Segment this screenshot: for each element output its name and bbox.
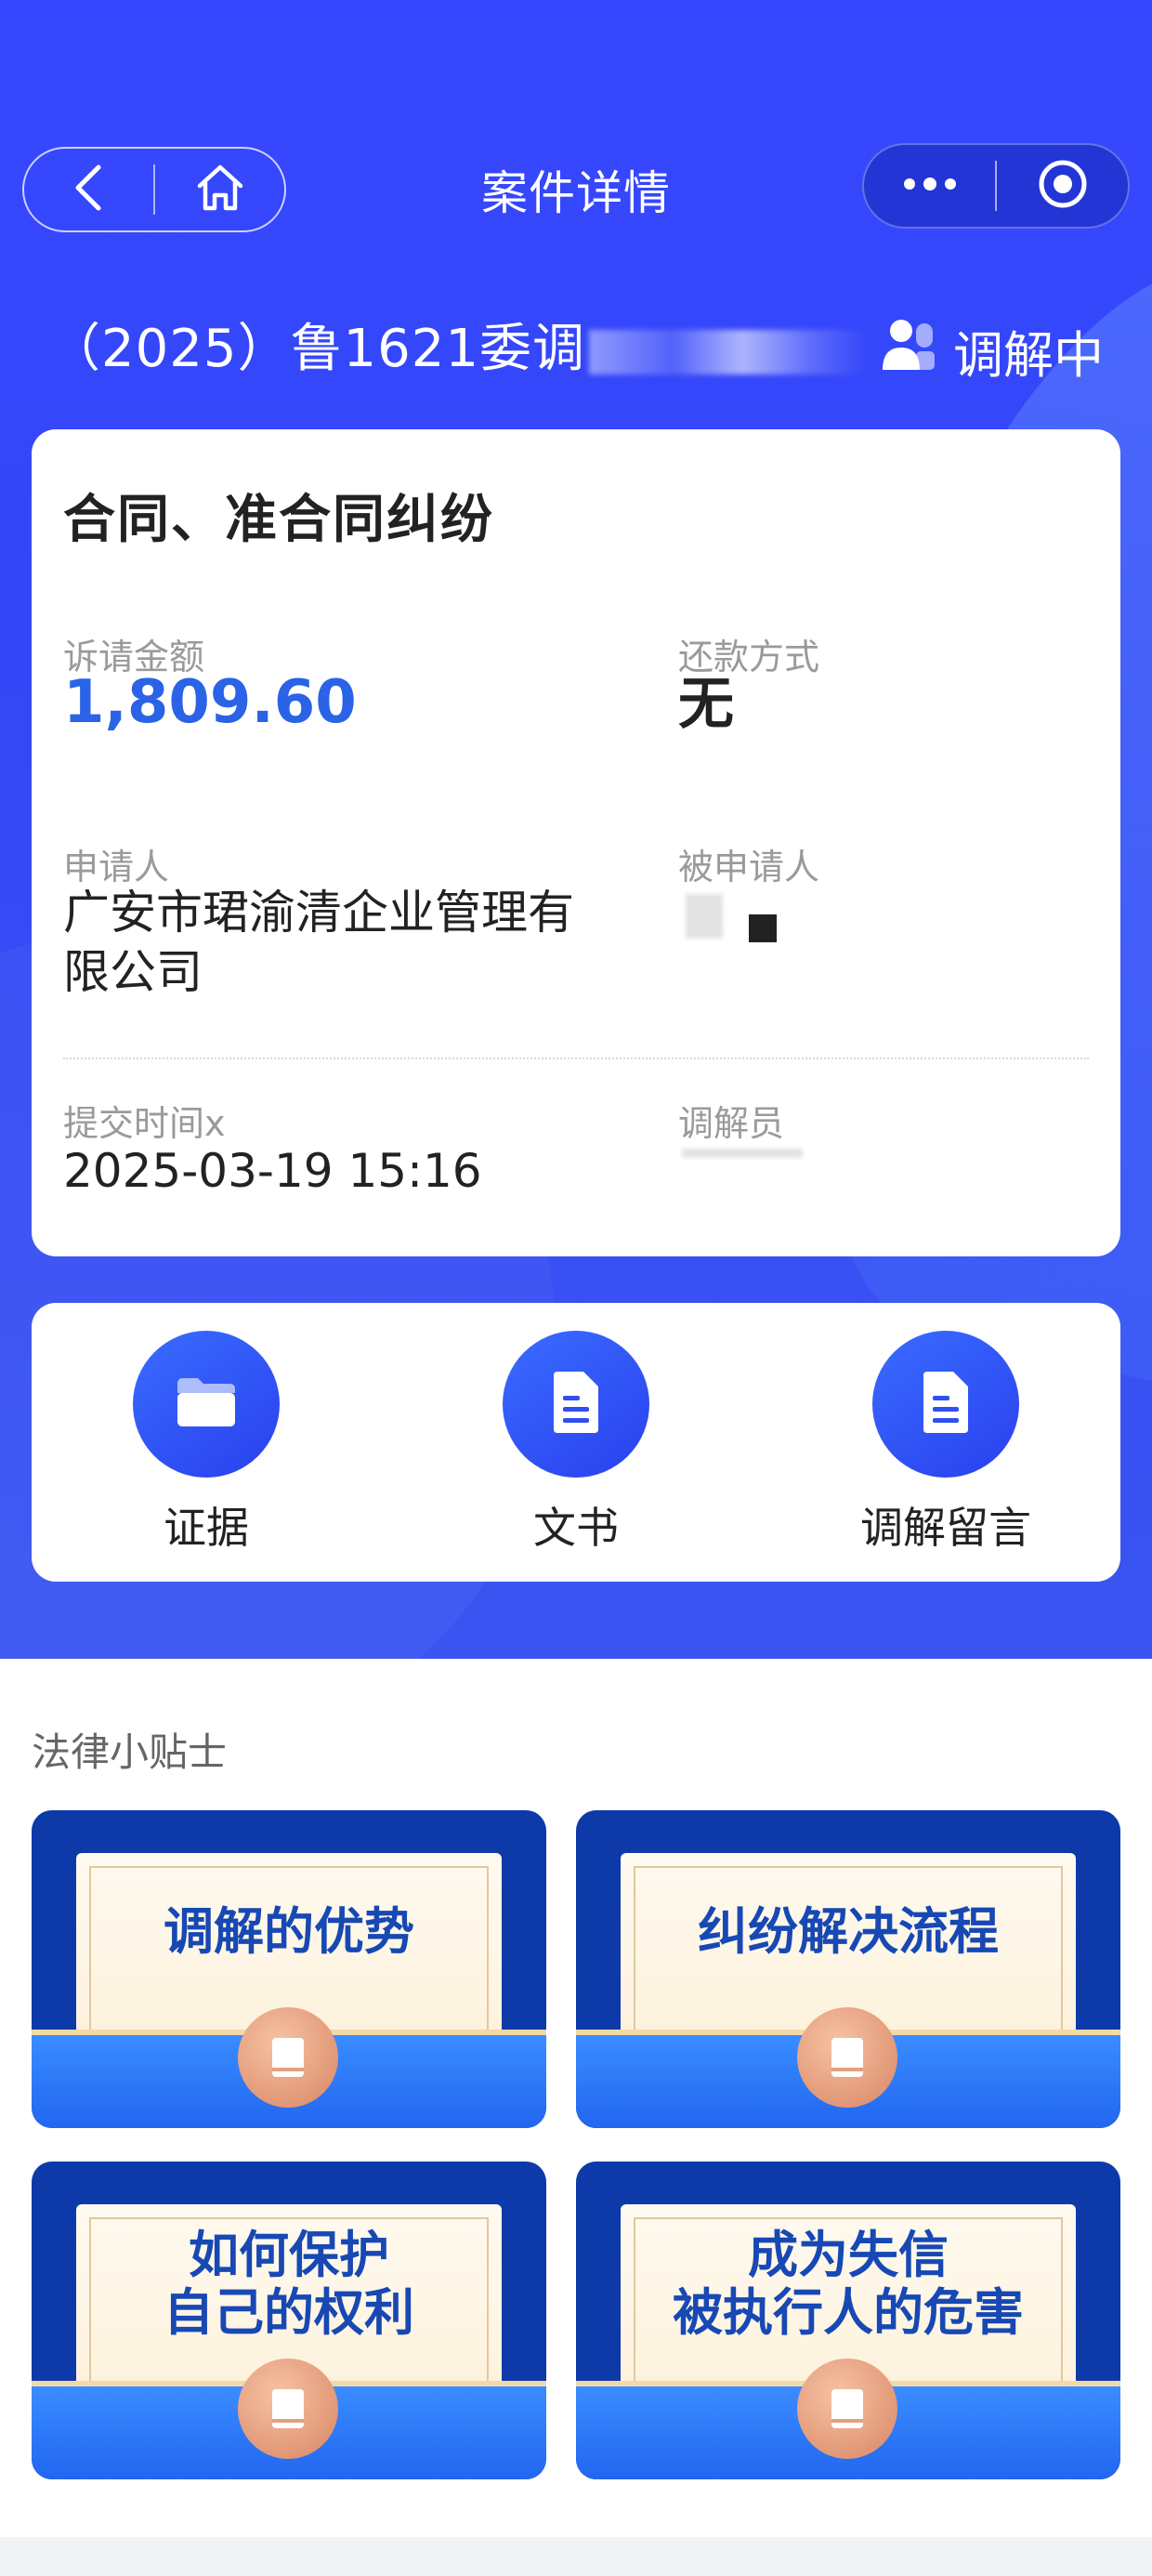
document-icon [548,1370,604,1439]
book-icon [238,2359,338,2459]
respondent-redacted [686,894,723,939]
case-status: 调解中 [879,314,1104,388]
documents-icon-circle [503,1331,649,1478]
tip-card-protect-rights[interactable]: 如何保护 自己的权利 [32,2162,546,2479]
more-button[interactable] [864,145,995,227]
book-icon [797,2359,897,2459]
case-number-text: （2025）鲁1621委调 [48,319,586,379]
tip-card-dispute-process[interactable]: 纠纷解决流程 [576,1810,1120,2128]
message-icon-circle [872,1331,1019,1478]
tip-title: 调解的优势 [164,1902,414,1961]
evidence-button[interactable]: 证据 [67,1331,346,1556]
applicant-label: 申请人 [63,847,170,887]
nav-capsule-right [862,143,1130,229]
mediation-message-label: 调解留言 [860,1503,1031,1553]
respondent-label: 被申请人 [678,847,820,887]
tip-title: 纠纷解决流程 [698,1902,999,1961]
case-info-card: 合同、准合同纠纷 诉请金额 1,809.60 还款方式 无 申请人 广安市珺渝清… [32,429,1120,1256]
documents-button[interactable]: 文书 [437,1331,715,1556]
evidence-label: 证据 [164,1503,249,1553]
submit-time-label: 提交时间x [63,1103,226,1144]
user-icon [879,316,953,386]
tip-title: 成为失信 被执行人的危害 [673,2226,1024,2342]
folder-icon [174,1374,239,1434]
bottom-safe-area [0,2537,1152,2576]
case-number: （2025）鲁1621委调 [48,307,869,382]
tip-card-dishonest-debtor[interactable]: 成为失信 被执行人的危害 [576,2162,1120,2479]
amount-value: 1,809.60 [63,668,357,737]
action-panel: 证据 文书 调解留言 [32,1303,1120,1582]
case-type-title: 合同、准合同纠纷 [63,490,494,550]
book-icon [238,2007,338,2108]
more-dots-icon [900,175,960,197]
hero-header: 案件详情 （2025）鲁1621委调 调解中 合同、准合同纠纷 诉请金额 1,8… [0,0,1152,1659]
target-circle-icon [1037,158,1089,214]
submit-time-value: 2025-03-19 15:16 [63,1144,482,1198]
document-icon [918,1370,974,1439]
case-number-redacted [589,329,869,375]
documents-label: 文书 [533,1503,619,1553]
tip-title: 如何保护 自己的权利 [164,2226,414,2342]
evidence-icon-circle [133,1331,280,1478]
close-miniapp-button[interactable] [997,145,1128,227]
status-text: 调解中 [953,326,1104,385]
tip-card-advantages[interactable]: 调解的优势 [32,1810,546,2128]
applicant-value: 广安市珺渝清企业管理有限公司 [63,886,574,999]
mediation-message-button[interactable]: 调解留言 [806,1331,1085,1556]
mediator-redacted [682,1149,803,1158]
tips-title: 法律小贴士 [32,1729,228,1775]
mediator-label: 调解员 [678,1103,785,1144]
repayment-value: 无 [678,672,734,737]
card-divider [63,1058,1089,1059]
respondent-redacted-mark [749,914,777,942]
book-icon [797,2007,897,2108]
